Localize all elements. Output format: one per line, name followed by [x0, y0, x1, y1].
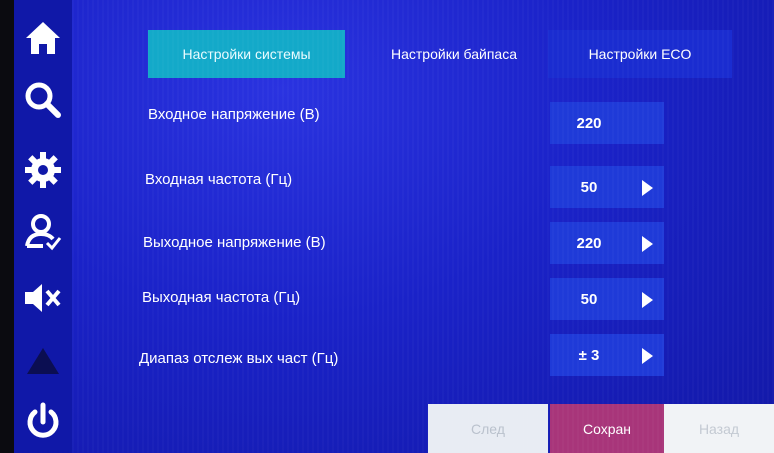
user-button[interactable] — [14, 202, 72, 262]
output-voltage-label: Выходное напряжение (В) — [143, 234, 326, 251]
output-voltage-number: 220 — [576, 234, 602, 252]
arrow-right-icon — [642, 236, 653, 252]
back-button[interactable]: Назад — [664, 404, 774, 453]
output-frequency-number: 50 — [580, 290, 598, 308]
tracking-range-label: Диапаз отслеж вых част (Гц) — [139, 350, 339, 367]
power-icon — [27, 402, 59, 438]
power-button[interactable] — [14, 393, 72, 453]
input-voltage-label: Входное напряжение (В) — [148, 106, 320, 123]
input-frequency-number: 50 — [580, 178, 598, 196]
search-icon — [25, 82, 61, 118]
settings-button[interactable] — [14, 140, 72, 200]
arrow-right-icon — [642, 180, 653, 196]
tracking-range-selector[interactable]: ± 3 — [550, 334, 664, 376]
sidebar — [14, 0, 72, 453]
output-voltage-selector[interactable]: 220 — [550, 222, 664, 264]
tab-eco-settings[interactable]: Настройки ECO — [548, 30, 732, 78]
input-frequency-selector[interactable]: 50 — [550, 166, 664, 208]
user-check-icon — [25, 214, 62, 251]
settings-panel: Настройки системы Настройки байпаса Наст… — [72, 0, 774, 453]
input-frequency-label: Входная частота (Гц) — [145, 171, 293, 188]
input-voltage-value: 220 — [550, 102, 664, 144]
tab-bypass-settings[interactable]: Настройки байпаса — [360, 30, 548, 78]
gear-icon — [25, 152, 61, 188]
output-frequency-selector[interactable]: 50 — [550, 278, 664, 320]
tracking-range-number: ± 3 — [578, 346, 600, 364]
mute-button[interactable] — [14, 268, 72, 328]
home-icon — [26, 22, 60, 54]
tab-system-settings[interactable]: Настройки системы — [148, 30, 345, 78]
input-voltage-number: 220 — [576, 114, 602, 132]
search-button[interactable] — [14, 70, 72, 130]
warning-icon — [27, 348, 59, 374]
output-frequency-label: Выходная частота (Гц) — [142, 289, 301, 306]
arrow-right-icon — [642, 292, 653, 308]
arrow-right-icon — [642, 348, 653, 364]
next-button[interactable]: След — [428, 404, 548, 453]
ups-settings-screen: Настройки системы Настройки байпаса Наст… — [0, 0, 774, 453]
alarm-button[interactable] — [14, 330, 72, 390]
mute-icon — [25, 284, 61, 312]
home-button[interactable] — [14, 8, 72, 68]
save-button[interactable]: Сохран — [550, 404, 664, 453]
